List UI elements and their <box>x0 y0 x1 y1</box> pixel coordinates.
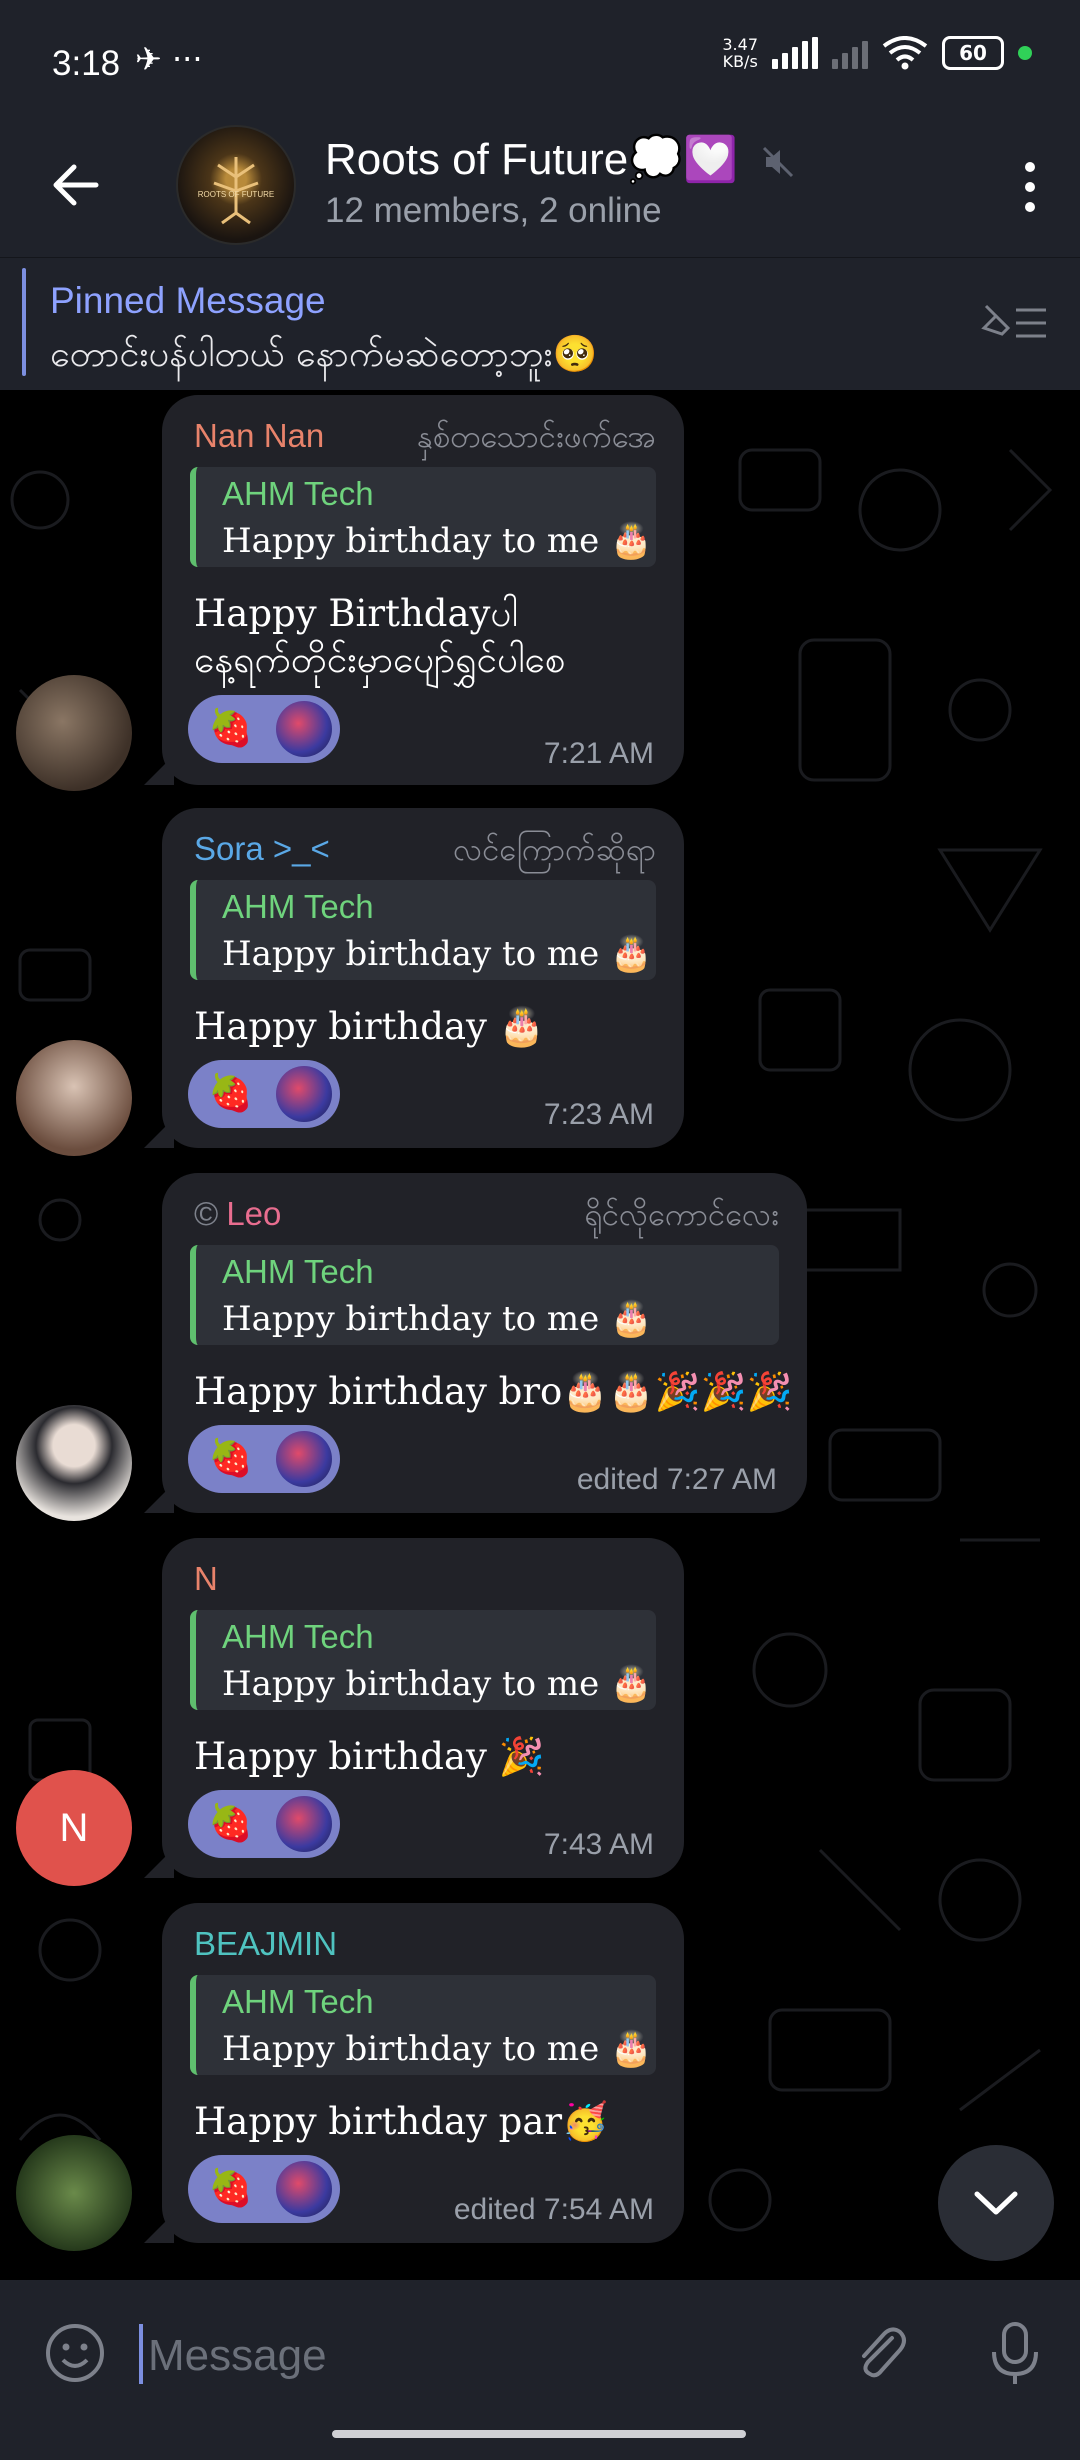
chat-header: ROOTS OF FUTURE Roots of Future💭💟 12 mem… <box>0 125 1080 257</box>
notification-icons: ✈ ··· <box>135 40 203 78</box>
clock: 3:18 <box>52 44 121 83</box>
wifi-icon <box>882 36 928 70</box>
user-avatar[interactable] <box>16 1040 132 1156</box>
message-bubble[interactable]: Nan Nan နှစ်တသောင်းဖက်အေ AHM Tech Happy … <box>144 395 684 785</box>
muted-icon <box>763 147 794 178</box>
quote-text: Happy birthday to me 🎂 <box>222 934 653 974</box>
reactor-avatar <box>276 1796 332 1852</box>
user-avatar[interactable]: N <box>16 1770 132 1886</box>
sender-name-text: Leo <box>226 1195 282 1232</box>
quote-author: AHM Tech <box>222 1983 374 2020</box>
group-title-text: Roots of Future💭💟 <box>325 135 738 184</box>
scroll-down-button[interactable] <box>938 2145 1054 2261</box>
pinned-list-icon[interactable] <box>980 298 1050 348</box>
message-bubble[interactable]: © Leo ရိုင်လိုကောင်လေး AHM Tech Happy bir… <box>144 1173 807 1513</box>
strawberry-reaction: 🍓 <box>208 1803 253 1844</box>
sender-badge-icon: © <box>194 1195 219 1232</box>
strawberry-reaction: 🍓 <box>208 2168 253 2209</box>
tree-logo-icon: ROOTS OF FUTURE <box>198 157 274 225</box>
back-arrow-icon[interactable] <box>46 155 106 215</box>
sender-name[interactable]: N <box>194 1560 218 1598</box>
reactions[interactable]: 🍓 <box>188 1790 340 1858</box>
quote-author: AHM Tech <box>222 1618 374 1655</box>
privacy-dot <box>1018 46 1032 60</box>
reactor-avatar <box>276 2161 332 2217</box>
reactions[interactable]: 🍓 <box>188 1425 340 1493</box>
pinned-message-bar[interactable]: Pinned Message တောင်းပန်ပါတယ် နောက်မဆဲတေ… <box>0 257 1080 391</box>
reactor-avatar <box>276 701 332 757</box>
sender-name[interactable]: BEAJMIN <box>194 1925 337 1963</box>
microphone-icon[interactable] <box>982 2318 1048 2388</box>
quote-author: AHM Tech <box>222 475 374 512</box>
quote-text: Happy birthday to me 🎂 <box>222 2029 653 2069</box>
message-text: Happy birthday par🥳 <box>194 2100 609 2143</box>
message-time: 7:43 AM <box>543 1828 654 1861</box>
strawberry-reaction: 🍓 <box>208 708 253 749</box>
strawberry-reaction: 🍓 <box>208 1073 253 1114</box>
reactions[interactable]: 🍓 <box>188 1060 340 1128</box>
avatar-logo-text: ROOTS OF FUTURE <box>198 190 274 199</box>
reply-quote[interactable]: AHM Tech Happy birthday to me 🎂 <box>190 1245 779 1345</box>
pinned-text: တောင်းပန်ပါတယ် နောက်မဆဲတော့ဘူး🥺 <box>50 334 598 375</box>
reply-quote[interactable]: AHM Tech Happy birthday to me 🎂 <box>190 467 656 567</box>
reply-quote[interactable]: AHM Tech Happy birthday to me 🎂 <box>190 880 656 980</box>
chevron-down-icon <box>974 2191 1018 2215</box>
chat-area[interactable]: Nan Nan နှစ်တသောင်းဖက်အေ AHM Tech Happy … <box>0 390 1080 2280</box>
user-avatar[interactable] <box>16 1405 132 1521</box>
message-text: Happy birthday 🎉 <box>194 1735 545 1778</box>
reactions[interactable]: 🍓 <box>188 695 340 763</box>
sender-title: လင်ကြောက်ဆိုရာ <box>453 832 656 868</box>
message-bubble[interactable]: Sora >_< လင်ကြောက်ဆိုရာ AHM Tech Happy b… <box>144 808 684 1148</box>
message-time: edited 7:27 AM <box>576 1463 777 1496</box>
message-bubble[interactable]: BEAJMIN AHM Tech Happy birthday to me 🎂 … <box>144 1903 684 2243</box>
emoji-icon[interactable] <box>42 2320 108 2386</box>
user-avatar[interactable] <box>16 2135 132 2251</box>
group-avatar[interactable]: ROOTS OF FUTURE <box>176 125 296 245</box>
reactions[interactable]: 🍓 <box>188 2155 340 2223</box>
sender-name[interactable]: © Leo <box>194 1195 281 1233</box>
speed-value: 3.47 <box>722 35 758 54</box>
pinned-indicator <box>22 268 26 376</box>
reply-quote[interactable]: AHM Tech Happy birthday to me 🎂 <box>190 1975 656 2075</box>
sender-title: နှစ်တသောင်းဖက်အေ <box>416 419 656 455</box>
more-menu-icon[interactable] <box>1010 157 1050 217</box>
status-icons: 3.47 KB/s 60 <box>722 36 1032 70</box>
battery-icon: 60 <box>942 36 1004 70</box>
message-time: 7:21 AM <box>543 737 654 770</box>
user-avatar[interactable] <box>16 675 132 791</box>
message-bubble[interactable]: N AHM Tech Happy birthday to me 🎂 Happy … <box>144 1538 684 1878</box>
network-speed: 3.47 KB/s <box>722 36 758 70</box>
text-cursor <box>139 2324 143 2384</box>
message-text: Happy Birthdayပါ နေ့ရက်တိုင်းမှာပျော်ရွှ… <box>194 592 566 681</box>
quote-text: Happy birthday to me 🎂 <box>222 1299 653 1339</box>
quote-text: Happy birthday to me 🎂 <box>222 1664 653 1704</box>
home-indicator[interactable] <box>332 2430 746 2438</box>
group-title[interactable]: Roots of Future💭💟 <box>325 133 796 185</box>
signal-icon <box>772 37 818 69</box>
message-input[interactable] <box>146 2320 710 2392</box>
speed-unit: KB/s <box>722 52 758 71</box>
message-time: edited 7:54 AM <box>453 2193 654 2226</box>
quote-text: Happy birthday to me 🎂 <box>222 521 653 561</box>
sender-name[interactable]: Sora >_< <box>194 830 330 868</box>
group-subtitle: 12 members, 2 online <box>325 191 662 230</box>
reply-quote[interactable]: AHM Tech Happy birthday to me 🎂 <box>190 1610 656 1710</box>
attach-icon[interactable] <box>848 2320 914 2386</box>
pinned-title: Pinned Message <box>50 280 326 321</box>
message-time: 7:23 AM <box>543 1098 654 1131</box>
reactor-avatar <box>276 1066 332 1122</box>
quote-author: AHM Tech <box>222 888 374 925</box>
strawberry-reaction: 🍓 <box>208 1438 253 1479</box>
message-text: Happy birthday 🎂 <box>194 1005 545 1048</box>
sender-title: ရိုင်လိုကောင်လေး <box>584 1197 779 1233</box>
message-text: Happy birthday bro🎂🎂🎉🎉🎉 <box>194 1370 793 1413</box>
reactor-avatar <box>276 1431 332 1487</box>
sender-name[interactable]: Nan Nan <box>194 417 324 455</box>
quote-author: AHM Tech <box>222 1253 374 1290</box>
signal-off-icon <box>832 37 868 69</box>
status-bar: 3:18 ✈ ··· 3.47 KB/s 60 <box>0 0 1080 125</box>
